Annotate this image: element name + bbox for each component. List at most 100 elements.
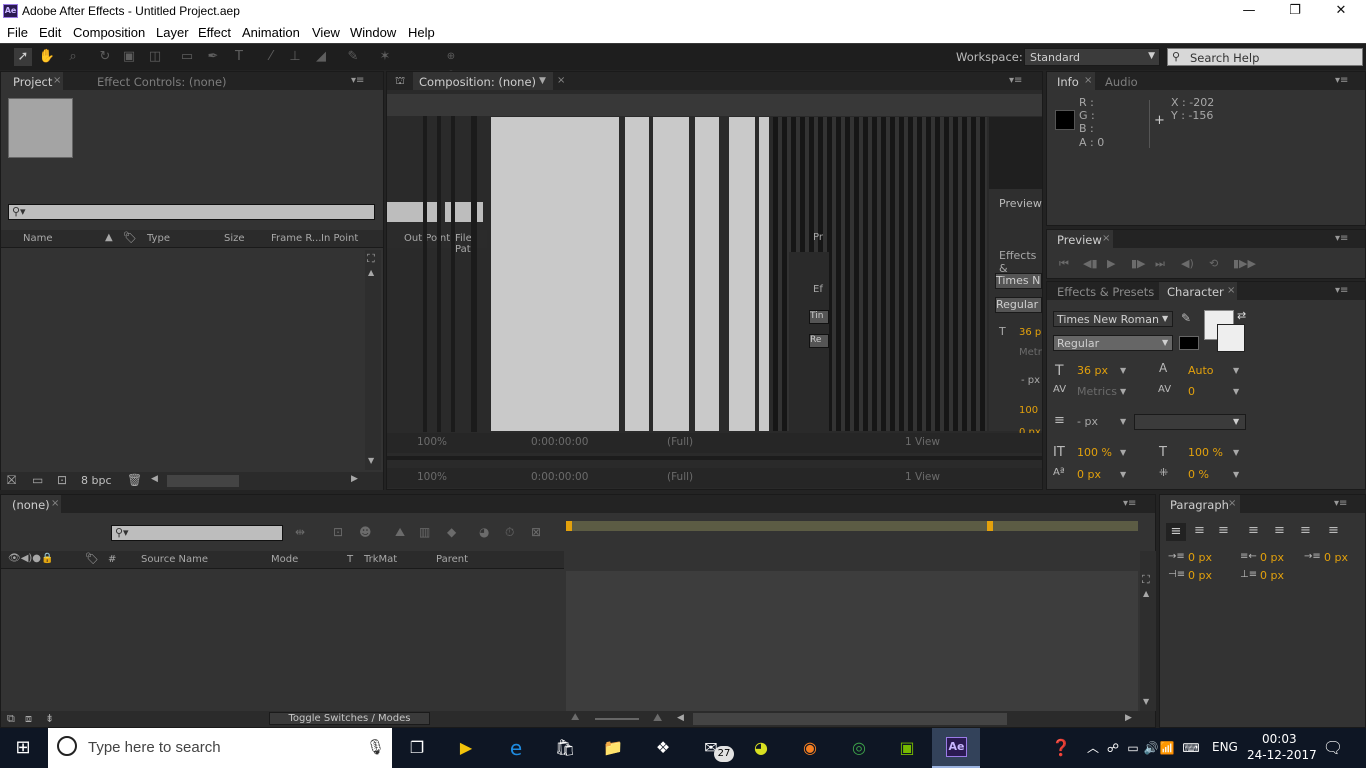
graph-editor-icon[interactable]: ◕ (479, 525, 489, 539)
keyboard-icon[interactable]: ⌨ (1178, 736, 1204, 760)
graph-icon[interactable]: ⊠ (531, 525, 541, 539)
close-icon[interactable]: × (1227, 285, 1235, 296)
justify-all-icon[interactable]: ≡ (1328, 523, 1339, 538)
column-name[interactable]: Name (23, 233, 53, 244)
edge-browser-icon[interactable]: e (503, 736, 529, 760)
next-frame-icon[interactable]: ▮▶ (1131, 257, 1146, 270)
font-size-value[interactable]: 36 px (1077, 364, 1108, 377)
chevron-down-icon[interactable]: ▼ (1120, 470, 1126, 479)
menu-edit[interactable]: Edit (39, 25, 61, 40)
resolution-dropdown[interactable]: (Full) (667, 471, 693, 483)
menu-help[interactable]: Help (408, 25, 435, 40)
toggle-switches-modes-button[interactable]: Toggle Switches / Modes (269, 712, 430, 725)
menu-animation[interactable]: Animation (242, 25, 300, 40)
chevron-down-icon[interactable]: ▼ (1120, 417, 1126, 426)
tab-character[interactable]: Character × (1159, 282, 1237, 300)
tab-effect-controls[interactable]: Effect Controls: (none) (97, 75, 227, 89)
tab-audio[interactable]: Audio (1105, 75, 1138, 89)
scroll-left-icon[interactable]: ◀ (151, 474, 158, 484)
time-ruler[interactable] (566, 539, 1138, 565)
trash-icon[interactable]: 🗑 (127, 473, 142, 487)
column-mode[interactable]: Mode (271, 554, 298, 565)
ram-preview-icon[interactable]: ▮▶▶ (1233, 257, 1256, 270)
horizontal-scroll-thumb[interactable] (167, 475, 239, 487)
kerning-value[interactable]: Metrics (1077, 385, 1117, 398)
column-trkmat[interactable]: TrkMat (364, 554, 397, 565)
close-icon[interactable]: × (1084, 75, 1092, 86)
microphone-icon[interactable]: 🎙 (366, 738, 385, 756)
action-center-icon[interactable]: 🗨 (1320, 736, 1346, 760)
project-search-input[interactable]: ⚲▾ (8, 204, 375, 220)
close-button[interactable]: ✕ (1318, 0, 1364, 23)
indent-left-value[interactable]: 0 px (1188, 551, 1212, 564)
file-explorer-icon[interactable]: 📁 (600, 736, 626, 760)
timeline-horizontal-scroll-thumb[interactable] (693, 713, 1007, 725)
justify-last-right-icon[interactable]: ≡ (1300, 523, 1311, 538)
selection-tool-icon[interactable]: ➚ (14, 48, 32, 66)
column-frame-rate[interactable]: Frame R... (271, 233, 321, 244)
align-right-icon[interactable]: ≡ (1218, 523, 1229, 538)
new-composition-icon[interactable]: ⊡ (57, 473, 67, 487)
scroll-up-icon[interactable]: ▲ (1143, 589, 1149, 598)
scroll-right-icon[interactable]: ▶ (1125, 713, 1132, 723)
tab-preview[interactable]: Preview × (1047, 230, 1113, 248)
previous-frame-icon[interactable]: ◀▮ (1083, 257, 1098, 270)
label-tag-icon[interactable]: 🏷 (123, 231, 137, 244)
panel-menu-icon[interactable]: ▾≡ (1334, 498, 1347, 509)
tab-composition[interactable]: Composition: (none) ▼ (413, 72, 553, 90)
timecode-display[interactable]: 0:00:00:00 (531, 471, 588, 483)
chevron-down-icon[interactable]: ▼ (1120, 366, 1126, 375)
close-icon[interactable]: × (557, 75, 565, 86)
column-size[interactable]: Size (224, 233, 245, 244)
tab-info[interactable]: Info × (1047, 72, 1095, 90)
type-tool-icon[interactable]: T (230, 48, 248, 66)
resolution-dropdown[interactable]: (Full) (667, 436, 693, 448)
chevron-down-icon[interactable]: ▼ (1233, 366, 1239, 375)
pen-tool-icon[interactable]: ✒ (204, 48, 222, 66)
draft-3d-icon[interactable]: ⊡ (333, 525, 343, 539)
leading-value[interactable]: Auto (1188, 364, 1214, 377)
axis-mode-icon[interactable]: ⊕ ● ⊠ (442, 48, 460, 98)
brainstorm-icon[interactable]: ◆ (447, 525, 456, 539)
menu-view[interactable]: View (312, 25, 340, 40)
menu-layer[interactable]: Layer (156, 25, 189, 40)
store-icon[interactable]: 🛍 (552, 736, 578, 760)
views-dropdown[interactable]: 1 View (905, 471, 940, 483)
zoom-slider[interactable] (595, 718, 639, 720)
zoom-out-icon[interactable]: ⛰ (571, 712, 579, 723)
play-icon[interactable]: ▶ (1107, 257, 1115, 270)
media-player-icon[interactable]: ▶ (453, 736, 479, 760)
justify-last-center-icon[interactable]: ≡ (1274, 523, 1285, 538)
chevron-down-icon[interactable]: ▼ (1233, 387, 1239, 396)
tab-timeline[interactable]: (none) × (1, 495, 61, 513)
font-family-dropdown[interactable]: Times New Roman ▼ (1053, 311, 1173, 327)
flowchart-icon[interactable]: ⛶ (367, 252, 375, 266)
pan-behind-tool-icon[interactable]: ◫ (146, 48, 164, 66)
lock-icon[interactable]: ⛫ (395, 74, 405, 89)
indent-right-value[interactable]: 0 px (1260, 551, 1284, 564)
last-frame-icon[interactable]: ⏭ (1155, 257, 1165, 271)
motion-blur-icon[interactable]: ▥ (419, 525, 430, 539)
swap-colors-icon[interactable]: ⇄ (1237, 309, 1246, 322)
chrome-icon[interactable]: ◎ (846, 736, 872, 760)
tab-paragraph[interactable]: Paragraph × (1160, 495, 1240, 513)
stroke-width-value[interactable]: - px (1077, 415, 1098, 428)
app-icon[interactable]: ◕ (748, 736, 774, 760)
timecode-display[interactable]: 0:00:00:00 (531, 436, 588, 448)
close-icon[interactable]: × (1102, 233, 1110, 244)
font-style-dropdown[interactable]: Regular ▼ (1053, 335, 1173, 351)
taskbar-search-box[interactable]: Type here to search 🎙 (48, 728, 392, 768)
maximize-button[interactable]: ❐ (1272, 0, 1318, 23)
indent-first-line-value[interactable]: 0 px (1324, 551, 1348, 564)
panel-menu-icon[interactable]: ▾≡ (1335, 75, 1348, 86)
language-indicator[interactable]: ENG (1212, 740, 1238, 754)
tsume-value[interactable]: 0 % (1188, 468, 1209, 481)
task-view-icon[interactable]: ❐ (404, 736, 430, 760)
search-help-input[interactable]: ⚲ Search Help (1167, 48, 1363, 66)
project-scrollbar[interactable]: ⛶ ▲ ▼ (365, 250, 381, 470)
zoom-in-icon[interactable]: ⛰ (653, 711, 662, 725)
zoom-dropdown[interactable]: 100% (417, 436, 447, 448)
views-dropdown[interactable]: 1 View (905, 436, 940, 448)
tracking-value[interactable]: 0 (1188, 385, 1195, 398)
baseline-shift-value[interactable]: 0 px (1077, 468, 1101, 481)
